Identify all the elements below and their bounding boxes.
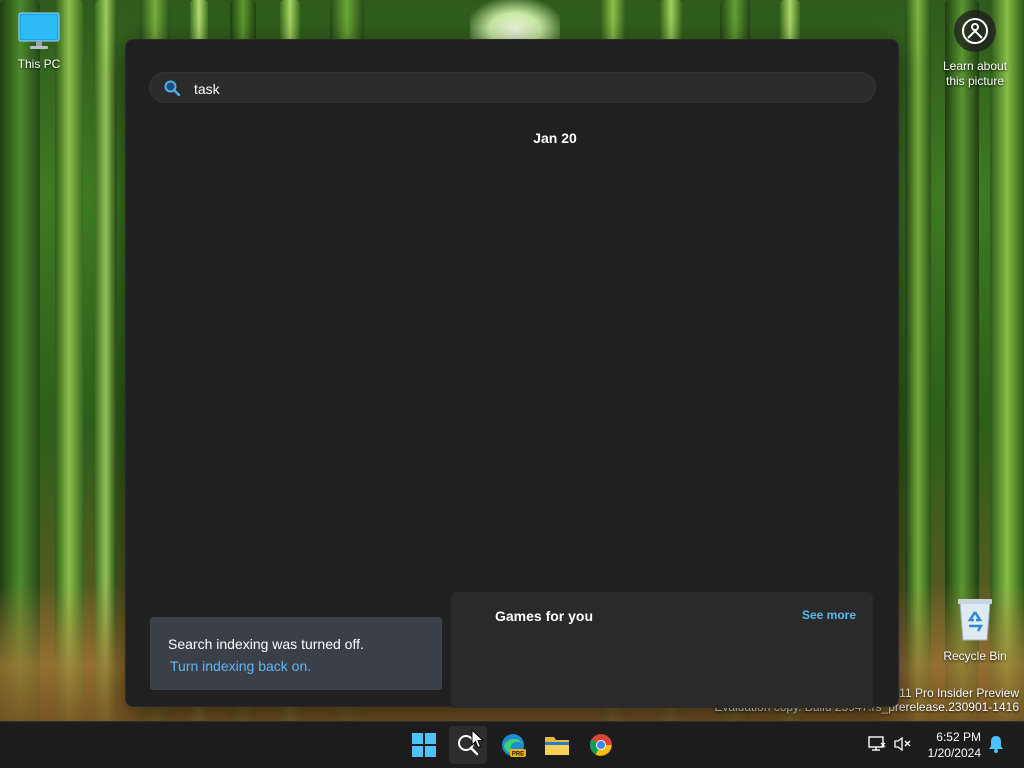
desktop-icon-label: This PC: [17, 57, 61, 71]
search-input[interactable]: [192, 77, 796, 101]
windows-logo-icon: [412, 733, 436, 757]
search-date-label: Jan 20: [533, 130, 577, 146]
camera-info-icon: [962, 18, 988, 44]
see-more-link[interactable]: See more: [802, 608, 856, 622]
mouse-cursor-icon: [471, 728, 485, 754]
start-button[interactable]: [405, 726, 443, 764]
network-icon[interactable]: [868, 736, 886, 757]
desktop-icon-label: Recycle Bin: [943, 649, 1007, 663]
games-for-you-title: Games for you: [495, 608, 594, 624]
search-icon: [164, 80, 181, 101]
notification-bell-icon[interactable]: [988, 735, 1004, 758]
learn-label-line1: Learn about: [942, 59, 1008, 73]
desktop-icon-this-pc[interactable]: This PC: [10, 12, 68, 71]
indexing-message: Search indexing was turned off.: [168, 636, 364, 652]
search-panel: Jan 20 Search indexing was turned off. T…: [125, 39, 899, 708]
taskbar: PRE 6:52 PM 1/20/2024: [0, 721, 1024, 768]
learn-label-line2: this picture: [945, 74, 1005, 88]
clock-date: 1/20/2024: [927, 746, 981, 760]
indexing-notice: Search indexing was turned off. Turn ind…: [150, 617, 442, 690]
taskbar-file-explorer[interactable]: [538, 726, 576, 764]
search-box[interactable]: [149, 72, 876, 103]
turn-indexing-on-link[interactable]: Turn indexing back on.: [170, 658, 311, 674]
chrome-icon: [590, 734, 612, 756]
monitor-icon: [10, 12, 68, 53]
recycle-bin-icon: [940, 598, 1010, 645]
learn-about-picture-label: Learn about this picture: [936, 59, 1014, 89]
taskbar-edge-preview[interactable]: PRE: [494, 726, 532, 764]
learn-about-picture-button[interactable]: [954, 10, 996, 52]
folder-icon: [545, 737, 569, 755]
games-for-you-card: Games for you See more: [451, 592, 873, 708]
desktop-icon-recycle-bin[interactable]: Recycle Bin: [940, 598, 1010, 663]
edge-badge-label: PRE: [512, 752, 524, 758]
clock-time: 6:52 PM: [936, 730, 981, 744]
taskbar-clock[interactable]: 6:52 PM 1/20/2024: [928, 729, 981, 761]
volume-muted-icon[interactable]: [894, 736, 912, 757]
edge-icon: PRE: [502, 734, 526, 758]
taskbar-chrome[interactable]: [582, 726, 620, 764]
